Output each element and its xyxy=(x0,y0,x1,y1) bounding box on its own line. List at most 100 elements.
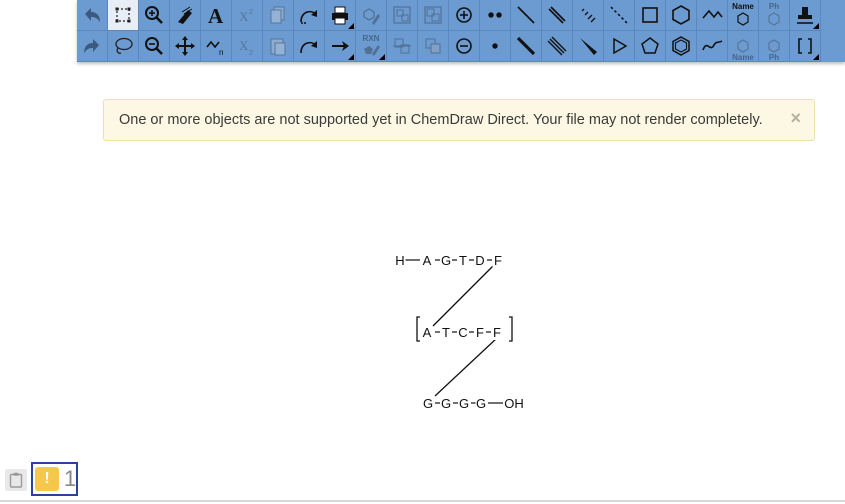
move-button[interactable] xyxy=(170,31,201,62)
group-icon xyxy=(393,6,411,24)
bottom-divider xyxy=(0,500,845,502)
atom-label[interactable]: G xyxy=(459,396,469,411)
wavy-shape-icon xyxy=(702,9,723,19)
triangle-button[interactable] xyxy=(604,31,635,62)
atom-label[interactable]: G xyxy=(441,253,451,268)
alert-close-button[interactable]: × xyxy=(790,109,801,127)
print-button[interactable] xyxy=(325,0,356,31)
text-tool-button[interactable]: A xyxy=(201,0,232,31)
curved-arrow-icon xyxy=(300,41,317,54)
rxn-clean-button[interactable]: RXN xyxy=(356,31,387,62)
atom-label[interactable]: G xyxy=(441,396,451,411)
single-bond-button[interactable] xyxy=(511,0,542,31)
brackets-button[interactable] xyxy=(790,31,821,62)
plus-charge-icon xyxy=(456,7,472,23)
warning-count: 1 xyxy=(64,466,77,491)
svg-text:X: X xyxy=(239,9,249,24)
phenyl-structure-disabled-button[interactable]: Ph xyxy=(759,31,790,62)
superscript-button[interactable]: X2 xyxy=(232,0,263,31)
radical-button[interactable] xyxy=(480,31,511,62)
copy-button[interactable] xyxy=(263,0,294,31)
group-button[interactable] xyxy=(387,0,418,31)
dashed-bond-button[interactable] xyxy=(604,0,635,31)
zoom-out-button[interactable] xyxy=(139,31,170,62)
subscript-icon: X2 xyxy=(239,38,253,57)
minus-charge-icon xyxy=(456,38,472,54)
radical-pair-button[interactable] xyxy=(480,0,511,31)
ungroup-button[interactable] xyxy=(418,0,449,31)
zoom-in-icon xyxy=(145,6,163,24)
atom-label[interactable]: F xyxy=(494,253,502,268)
atom-label[interactable]: G xyxy=(423,396,433,411)
eraser-icon xyxy=(178,6,193,24)
atom-label[interactable]: H xyxy=(395,253,404,268)
lasso-select-button[interactable] xyxy=(108,31,139,62)
plus-charge-button[interactable] xyxy=(449,0,480,31)
redo-button[interactable] xyxy=(77,31,108,62)
marquee-select-button[interactable] xyxy=(108,0,139,31)
hashed-bond-button[interactable] xyxy=(573,0,604,31)
zoom-out-icon xyxy=(145,37,163,55)
molecule-drawing[interactable]: HAGTDF ATCFF G G G G OH xyxy=(380,245,540,420)
subscript-button[interactable]: X2 xyxy=(232,31,263,62)
benzene-button[interactable] xyxy=(666,31,697,62)
align-button[interactable] xyxy=(387,31,418,62)
hexagon-button[interactable] xyxy=(666,0,697,31)
align-icon xyxy=(393,38,411,54)
atom-label[interactable]: C xyxy=(458,325,467,340)
marquee-select-icon xyxy=(115,7,131,23)
name-structure-disabled-button[interactable]: Name xyxy=(728,31,759,62)
left-bracket xyxy=(416,316,420,342)
name-to-structure-button[interactable]: Name xyxy=(728,0,759,31)
atom-label[interactable]: A xyxy=(423,253,432,268)
triple-bond-button[interactable] xyxy=(542,31,573,62)
chain-tool-button[interactable]: nn xyxy=(201,31,232,62)
minus-charge-button[interactable] xyxy=(449,31,480,62)
reaction-arrow-button[interactable] xyxy=(325,31,356,62)
atom-label[interactable]: T xyxy=(459,253,467,268)
submenu-indicator xyxy=(348,23,354,29)
bring-front-button[interactable] xyxy=(418,31,449,62)
rectangle-icon xyxy=(642,7,658,23)
bold-bond-button[interactable] xyxy=(511,31,542,62)
clean-structure-button[interactable] xyxy=(356,0,387,31)
bond-line xyxy=(434,337,498,397)
benzene-icon xyxy=(672,36,690,56)
atom-label[interactable]: G xyxy=(476,396,486,411)
freehand-icon xyxy=(702,40,723,51)
atom-label[interactable]: F xyxy=(493,325,501,340)
clipboard-button[interactable] xyxy=(5,469,27,491)
atom-label[interactable]: D xyxy=(475,253,484,268)
pentagon-button[interactable] xyxy=(635,31,666,62)
double-bond-button[interactable] xyxy=(542,0,573,31)
lasso-select-icon xyxy=(115,37,133,54)
toolbar: AX2NamePh nnX2RXNNamePh xyxy=(77,0,845,62)
submenu-indicator xyxy=(379,54,385,60)
atom-label[interactable]: A xyxy=(423,325,432,340)
atom-label[interactable]: F xyxy=(476,325,484,340)
chain-tool-icon: n xyxy=(206,40,223,57)
wedge-bond-button[interactable] xyxy=(573,31,604,62)
zoom-in-button[interactable] xyxy=(139,0,170,31)
eraser-button[interactable] xyxy=(170,0,201,31)
curved-arrow-button[interactable] xyxy=(294,31,325,62)
rotate-arrow-button[interactable] xyxy=(294,0,325,31)
stamp-button[interactable] xyxy=(790,0,821,31)
copy-icon xyxy=(270,6,285,24)
warning-icon: ! xyxy=(35,467,59,491)
atom-label[interactable]: T xyxy=(442,325,450,340)
wavy-shape-button[interactable] xyxy=(697,0,728,31)
move-icon xyxy=(175,36,195,56)
atom-label[interactable]: OH xyxy=(504,396,524,411)
redo-icon xyxy=(84,39,99,53)
pentagon-icon xyxy=(641,37,659,54)
phenyl-disabled-button[interactable]: Ph xyxy=(759,0,790,31)
svg-text:A: A xyxy=(208,4,224,26)
right-bracket xyxy=(509,316,513,342)
paste-button[interactable] xyxy=(263,31,294,62)
button-label: Name xyxy=(732,2,754,11)
rectangle-button[interactable] xyxy=(635,0,666,31)
undo-button[interactable] xyxy=(77,0,108,31)
freehand-button[interactable] xyxy=(697,31,728,62)
clipboard-icon xyxy=(9,472,23,488)
